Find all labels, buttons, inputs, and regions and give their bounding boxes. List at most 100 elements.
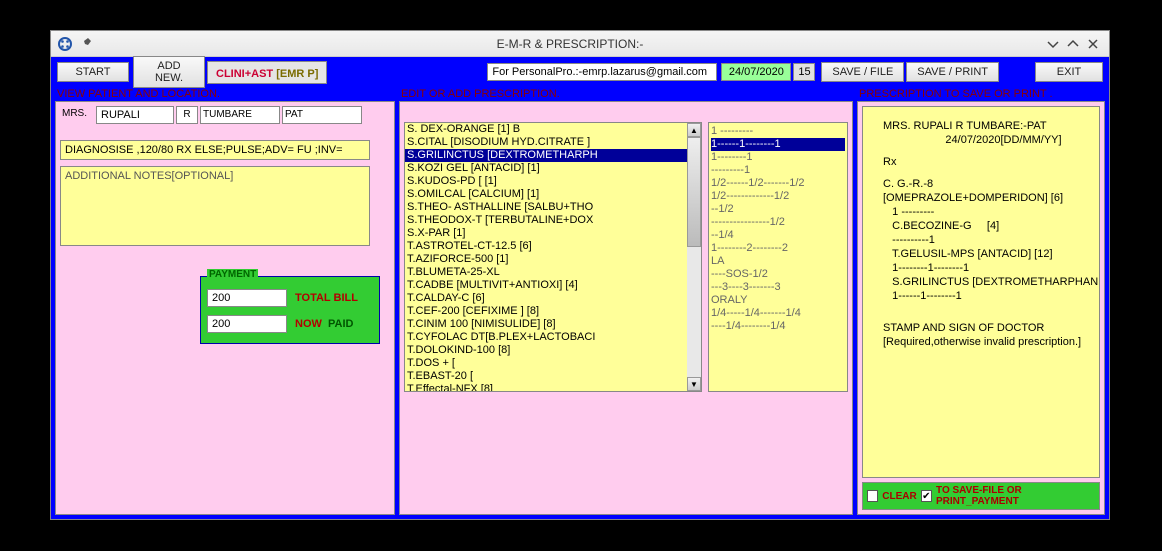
total-bill-label: TOTAL BILL [295,292,358,304]
scroll-track[interactable] [687,247,701,377]
dosage-item[interactable]: --1/2 [711,203,845,216]
drug-item[interactable]: S.THEO- ASTHALLINE [SALBU+THO [405,201,687,214]
dosage-item[interactable]: 1/4-----1/4-------1/4 [711,307,845,320]
date-field[interactable]: 24/07/2020 [721,63,791,81]
left-panel: VIEW PATIENT AND LOCATION. MRS. R TUMBAR… [55,87,395,515]
app-icon [57,36,73,52]
rx-output-box: MRS. RUPALI R TUMBARE:-PAT 24/07/2020[DD… [857,101,1105,515]
brand-main: CLINI+AST [216,68,276,80]
drug-item[interactable]: T.CINIM 100 [NIMISULIDE] [8] [405,318,687,331]
mi-field[interactable]: R [176,106,198,124]
mid-section-label: EDIT OR ADD PRESCRIPTION. [399,87,853,101]
save-file-button[interactable]: SAVE / FILE [821,62,904,82]
drug-listbox[interactable]: S. DEX-ORANGE [1] BS.CITAL [DISODIUM HYD… [404,122,702,392]
rx-date-line: 24/07/2020[DD/MM/YY] [869,133,1093,147]
content: VIEW PATIENT AND LOCATION. MRS. R TUMBAR… [51,87,1109,519]
clear-label: CLEAR [882,491,916,502]
mid-lists: S. DEX-ORANGE [1] BS.CITAL [DISODIUM HYD… [404,122,848,392]
save-print-button[interactable]: SAVE / PRINT [906,62,999,82]
dosage-item[interactable]: ----1/4--------1/4 [711,320,845,333]
payment-legend: PAYMENT [207,269,258,280]
dosage-item[interactable]: ORALY [711,294,845,307]
mid-panel: EDIT OR ADD PRESCRIPTION. S. DEX-ORANGE … [399,87,853,515]
clear-checkbox[interactable] [867,490,878,502]
rx-patient-line: MRS. RUPALI R TUMBARE:-PAT [869,119,1093,133]
save-opt-checkbox[interactable]: ✔ [921,490,932,502]
drug-item[interactable]: T.BLUMETA-25-XL [405,266,687,279]
drug-item[interactable]: T.CALDAY-C [6] [405,292,687,305]
paid-label: NOW PAID [295,318,353,330]
first-name-input[interactable] [96,106,174,124]
day-field[interactable]: 15 [793,63,815,81]
drug-item[interactable]: T.ASTROTEL-CT-12.5 [6] [405,240,687,253]
add-new-button[interactable]: ADD NEW. [133,56,205,88]
drug-item[interactable]: T.DOLOKIND-100 [8] [405,344,687,357]
maximize-button[interactable] [1063,36,1083,52]
dosage-item[interactable]: ---------1 [711,164,845,177]
dosage-item[interactable]: ----------------1/2 [711,216,845,229]
diagnosis-field[interactable]: DIAGNOSISE ,120/80 RX ELSE;PULSE;ADV= FU… [60,140,370,160]
brand-sub: [EMR P] [276,68,318,80]
dosage-item[interactable]: ---3----3-------3 [711,281,845,294]
toolbar: START ADD NEW. CLINI+AST [EMR P] For Per… [51,57,1109,87]
minimize-button[interactable] [1043,36,1063,52]
drug-item[interactable]: S.CITAL [DISODIUM HYD.CITRATE ] [405,136,687,149]
rx-text: MRS. RUPALI R TUMBARE:-PAT 24/07/2020[DD… [862,106,1100,478]
rx-req-line: [Required,otherwise invalid prescription… [869,335,1093,349]
patient-name-row: MRS. R TUMBARE PAT [60,106,390,124]
drug-item[interactable]: S.KOZI GEL [ANTACID] [1] [405,162,687,175]
rx-header: Rx [869,155,1093,169]
paid-text: PAID [328,318,353,330]
drug-item[interactable]: T.Effectal-NFX [8] [405,383,687,391]
dosage-item[interactable]: 1--------2--------2 [711,242,845,255]
drug-item[interactable]: S. DEX-ORANGE [1] B [405,123,687,136]
scroll-up-button[interactable]: ▲ [687,123,701,137]
drug-item[interactable]: T.DOS + [ [405,357,687,370]
rx-line: 1------1--------1 [869,289,1093,303]
drug-item[interactable]: S.X-PAR [1] [405,227,687,240]
drug-item[interactable]: S.GRILINCTUS [DEXTROMETHARPH [405,149,687,162]
rx-line: C.BECOZINE-G [4] [869,219,1093,233]
app-window: E-M-R & PRESCRIPTION:- START ADD NEW. CL… [50,30,1110,520]
exit-button[interactable]: EXIT [1035,62,1103,82]
email-label: For PersonalPro.:-emrp.lazarus@gmail.com [487,63,717,81]
rx-line: C. G.-R.-8 [OMEPRAZOLE+DOMPERIDON] [6] [869,177,1093,205]
rx-line: T.GELUSIL-MPS [ANTACID] [12] [869,247,1093,261]
dosage-item[interactable]: 1/2-------------1/2 [711,190,845,203]
pat-field[interactable]: PAT [282,106,362,124]
drug-item[interactable]: T.CADBE [MULTIVIT+ANTIOXI] [4] [405,279,687,292]
window-title: E-M-R & PRESCRIPTION:- [97,37,1043,51]
rx-line: S.GRILINCTUS [DEXTROMETHARPHAN +CPM][1] [869,275,1093,289]
right-footer: CLEAR ✔ TO SAVE-FILE OR PRINT_PAYMENT [862,482,1100,510]
scroll-thumb[interactable] [687,137,701,247]
start-button[interactable]: START [57,62,129,82]
drug-scrollbar[interactable]: ▲ ▼ [687,123,701,391]
dosage-item[interactable]: 1/2------1/2-------1/2 [711,177,845,190]
drug-item[interactable]: S.KUDOS-PD [ [1] [405,175,687,188]
pin-icon[interactable] [77,36,93,52]
total-bill-input[interactable] [207,289,287,307]
paid-input[interactable] [207,315,287,333]
dosage-item[interactable]: 1------1--------1 [711,138,845,151]
close-button[interactable] [1083,36,1103,52]
dosage-listbox[interactable]: 1 ---------1------1--------11--------1--… [708,122,848,392]
drug-item[interactable]: T.CYFOLAC DT[B.PLEX+LACTOBACI [405,331,687,344]
dosage-item[interactable]: --1/4 [711,229,845,242]
drug-item[interactable]: S.THEODOX-T [TERBUTALINE+DOX [405,214,687,227]
dosage-item[interactable]: 1 --------- [711,125,845,138]
scroll-down-button[interactable]: ▼ [687,377,701,391]
rx-stamp-line: STAMP AND SIGN OF DOCTOR [869,321,1093,335]
drug-item[interactable]: T.AZIFORCE-500 [1] [405,253,687,266]
patient-box: MRS. R TUMBARE PAT DIAGNOSISE ,120/80 RX… [55,101,395,515]
brand-label: CLINI+AST [EMR P] [207,61,327,84]
drug-item[interactable]: T.EBAST-20 [ [405,370,687,383]
rx-line: 1--------1--------1 [869,261,1093,275]
right-panel: PRESCRIPTION TO SAVE OR PRINT . MRS. RUP… [857,87,1105,515]
drug-item[interactable]: T.CEF-200 [CEFIXIME ] [8] [405,305,687,318]
last-name-field[interactable]: TUMBARE [200,106,280,124]
notes-field[interactable]: ADDITIONAL NOTES[OPTIONAL] [60,166,370,246]
dosage-item[interactable]: ----SOS-1/2 [711,268,845,281]
dosage-item[interactable]: 1--------1 [711,151,845,164]
dosage-item[interactable]: LA [711,255,845,268]
drug-item[interactable]: S.OMILCAL [CALCIUM] [1] [405,188,687,201]
